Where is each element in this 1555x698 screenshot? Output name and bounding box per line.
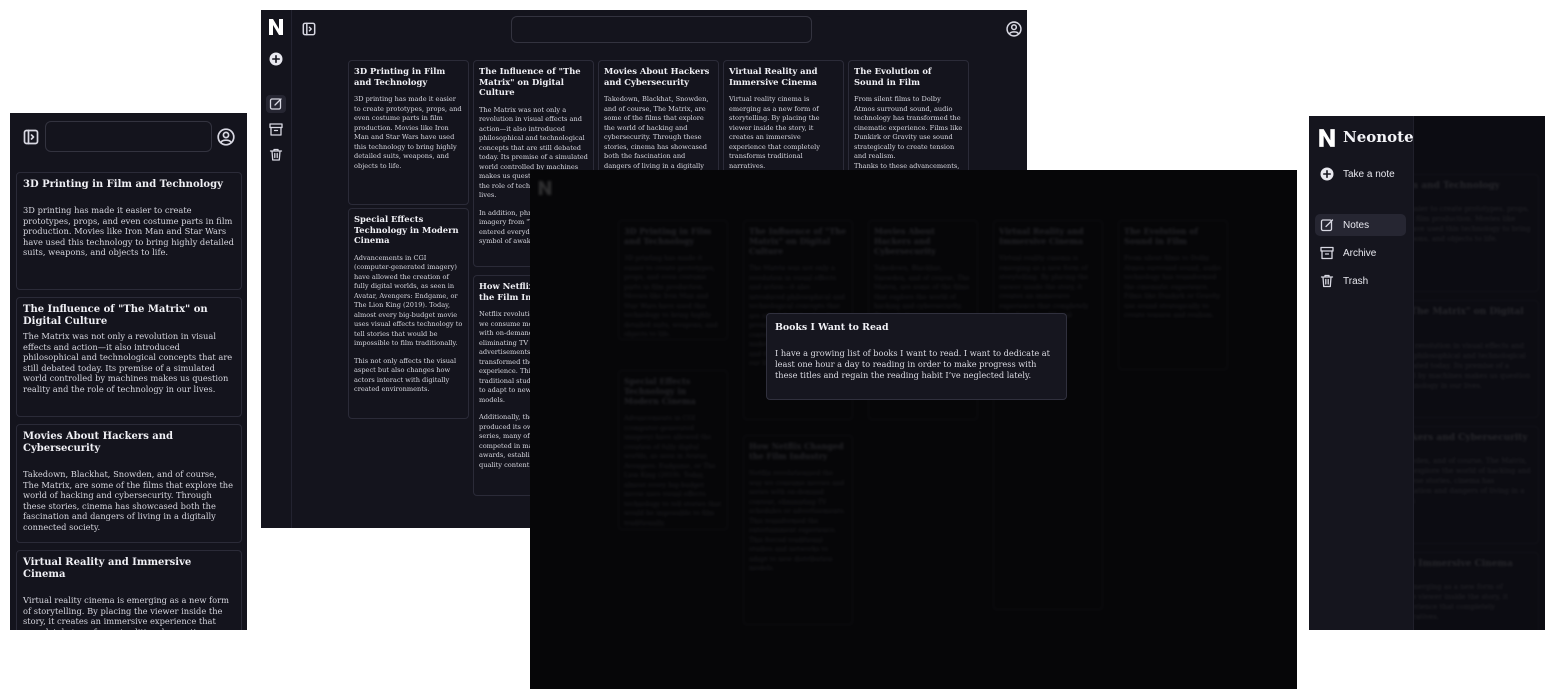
- take-note-button[interactable]: Take a note: [1315, 163, 1406, 185]
- note-body: From silent films to Dolby Atmos surroun…: [854, 95, 963, 161]
- sidebar-item-label: Notes: [1343, 219, 1370, 231]
- note-title: 3D Printing in Film and Technology: [23, 179, 223, 190]
- icon-rail: [261, 10, 292, 528]
- note-body: Takedown, Blackhat, Snowden, and of cour…: [604, 95, 709, 179]
- note-card[interactable]: 3D Printing in Film and Technology 3D pr…: [16, 172, 242, 290]
- note-card[interactable]: Virtual Reality and Immersive Cinema Vir…: [16, 550, 242, 630]
- note-body: 3D printing has made it easier to create…: [354, 95, 462, 170]
- modal-body[interactable]: I have a growing list of books I want to…: [775, 348, 1058, 381]
- sidebar: Neonote Take a note Notes Archive Trash: [1309, 116, 1414, 630]
- account-icon[interactable]: [217, 128, 235, 146]
- note-body: The Matrix was not only a revolution in …: [23, 331, 233, 394]
- app-name: Neonote: [1343, 128, 1414, 146]
- take-note-label: Take a note: [1343, 168, 1395, 180]
- notes-icon[interactable]: [266, 95, 286, 113]
- note-body: Virtual reality cinema is emerging as a …: [729, 95, 820, 170]
- note-title: The Evolution of Sound in Film: [1124, 226, 1199, 246]
- note-body: Netflix revolutionized the way we consum…: [749, 469, 846, 572]
- note-body-extra: This not only affects the visual aspect …: [354, 356, 457, 394]
- logo-icon: [268, 18, 284, 36]
- note-body: From silent films to Dolby Atmos surroun…: [1124, 254, 1222, 319]
- note-title: The Influence of "The Matrix" on Digital…: [23, 304, 208, 327]
- note-body: 3D printing has made it easier to create…: [23, 205, 234, 258]
- modal-overlay-view: 3D Printing in Film and Technology 3D pr…: [530, 170, 1297, 689]
- sidebar-item-label: Trash: [1343, 275, 1369, 287]
- sidebar-expanded-view: 3D Printing in Film and Technology 3D pr…: [1309, 116, 1545, 630]
- search-input[interactable]: [511, 16, 812, 43]
- note-title: Virtual Reality and Immersive Cinema: [729, 66, 818, 87]
- note-card[interactable]: 3D Printing in Film and Technology 3D pr…: [348, 60, 469, 205]
- sidebar-item-notes[interactable]: Notes: [1315, 214, 1406, 236]
- note-body: Advancements in CGI (computer-generated …: [624, 414, 722, 527]
- note-card[interactable]: The Influence of "The Matrix" on Digital…: [16, 297, 242, 417]
- dimmed-background: 3D Printing in Film and Technology 3D pr…: [530, 170, 1297, 689]
- trash-icon: [1320, 274, 1334, 288]
- note-title: Virtual Reality and Immersive Cinema: [23, 557, 192, 580]
- note-title: Movies About Hackers and Cybersecurity: [23, 431, 174, 454]
- note-title: Virtual Reality and Immersive Cinema: [999, 226, 1084, 246]
- note-title: Movies About Hackers and Cybersecurity: [874, 226, 936, 256]
- sidebar-item-archive[interactable]: Archive: [1315, 242, 1406, 264]
- account-icon[interactable]: [1006, 21, 1022, 37]
- archive-icon[interactable]: [269, 123, 283, 136]
- note-body: Takedown, Blackhat, Snowden, and of cour…: [23, 469, 234, 532]
- note-modal[interactable]: Books I Want to Read I have a growing li…: [766, 313, 1067, 400]
- logo-icon: [1318, 128, 1336, 148]
- take-note-icon[interactable]: [269, 52, 283, 66]
- sidebar-toggle-icon[interactable]: [23, 129, 39, 145]
- note-title: The Evolution of Sound in Film: [854, 66, 932, 87]
- modal-title[interactable]: Books I Want to Read: [775, 322, 1058, 333]
- mobile-notes-view: 3D Printing in Film and Technology 3D pr…: [10, 113, 247, 630]
- note-body: Advancements in CGI (computer-generated …: [354, 253, 463, 348]
- note-title: How Netflix Changed the Film Industry: [749, 441, 844, 461]
- sidebar-item-trash[interactable]: Trash: [1315, 270, 1406, 292]
- note-card[interactable]: Virtual Reality and Immersive Cinema Vir…: [723, 60, 844, 180]
- note-title: The Influence of "The Matrix" on Digital…: [749, 226, 847, 256]
- note-title: Special Effects Technology in Modern Cin…: [354, 214, 459, 246]
- sidebar-item-label: Archive: [1343, 247, 1377, 259]
- note-card[interactable]: Movies About Hackers and Cybersecurity T…: [598, 60, 719, 180]
- note-card[interactable]: The Evolution of Sound in Film From sile…: [848, 60, 969, 180]
- note-card: The Evolution of Sound in Film From sile…: [1118, 220, 1228, 370]
- note-title: 3D Printing in Film and Technology: [624, 226, 712, 246]
- add-icon: [1320, 167, 1334, 181]
- note-card: Virtual Reality and Immersive Cinema Vir…: [993, 220, 1103, 610]
- note-card[interactable]: Movies About Hackers and Cybersecurity T…: [16, 424, 242, 543]
- archive-icon: [1320, 246, 1334, 260]
- note-title: 3D Printing in Film and Technology: [354, 66, 446, 87]
- note-card: How Netflix Changed the Film Industry Ne…: [743, 435, 853, 625]
- note-body: 3D printing has made it easier to create…: [624, 254, 718, 338]
- note-card[interactable]: Special Effects Technology in Modern Cin…: [348, 208, 469, 419]
- note-card: 3D Printing in Film and Technology 3D pr…: [618, 220, 728, 340]
- note-card: Special Effects Technology in Modern Cin…: [618, 370, 728, 530]
- note-title: The Influence of "The Matrix" on Digital…: [479, 66, 581, 98]
- note-title: Movies About Hackers and Cybersecurity: [604, 66, 710, 87]
- sidebar-toggle-icon[interactable]: [302, 22, 316, 36]
- trash-icon[interactable]: [269, 148, 283, 161]
- note-body: Virtual reality cinema is emerging as a …: [23, 595, 229, 630]
- notes-icon: [1320, 219, 1334, 232]
- note-title: Special Effects Technology in Modern Cin…: [624, 376, 696, 406]
- dimmed-background: 3D Printing in Film and Technology 3D pr…: [1313, 116, 1545, 630]
- search-input[interactable]: [45, 121, 212, 152]
